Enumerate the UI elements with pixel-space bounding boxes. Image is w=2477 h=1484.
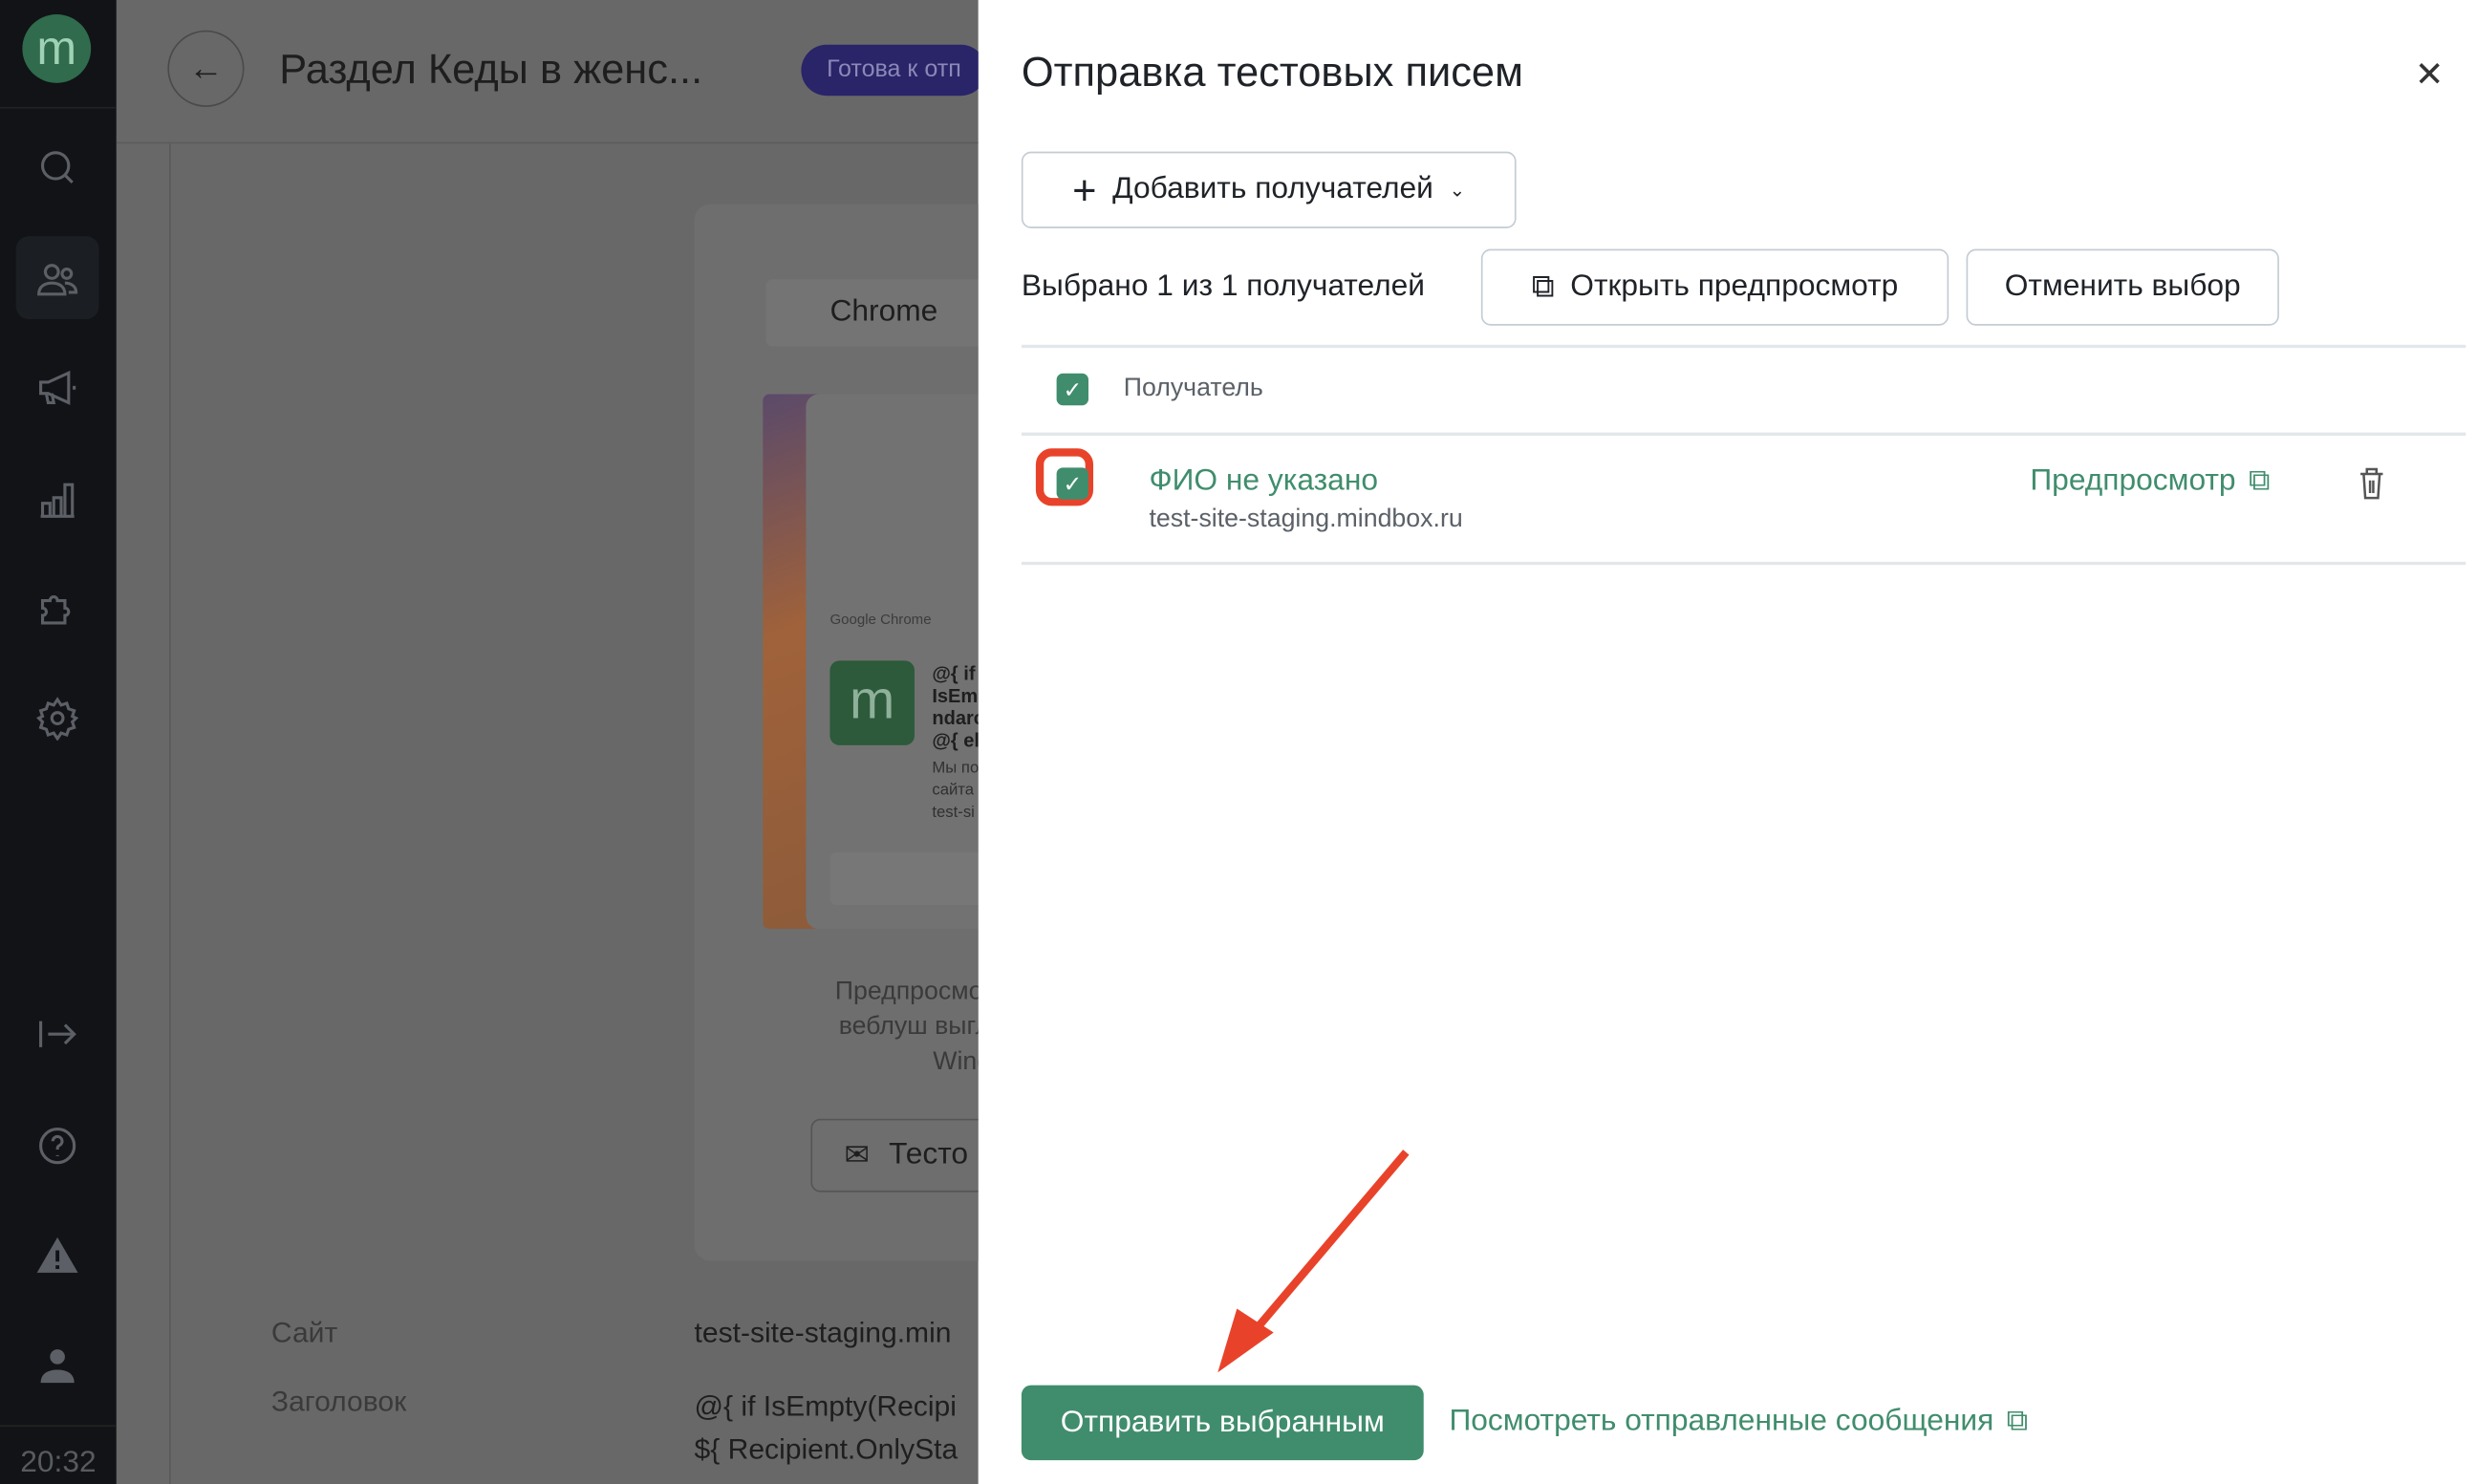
recipient-checkbox[interactable]: ✓ <box>1056 467 1089 500</box>
field-label: Сайт <box>270 1316 338 1349</box>
cancel-selection-label: Отменить выбор <box>2004 269 2241 304</box>
cancel-selection-button[interactable]: Отменить выбор <box>1966 248 2279 326</box>
selected-count: Выбрано 1 из 1 получателей <box>1021 269 1425 304</box>
field-label: Заголовок <box>270 1385 407 1418</box>
notification-body: test-si <box>932 804 975 823</box>
clock: 20:32 <box>20 1446 97 1480</box>
external-link-icon: ⧉ <box>2006 1404 2029 1438</box>
logo[interactable]: m <box>22 14 92 83</box>
megaphone-icon[interactable] <box>29 359 86 417</box>
add-recipients-label: Добавить получателей <box>1112 172 1433 206</box>
field-value: ${ Recipient.OnlySta <box>694 1432 958 1466</box>
external-link-icon: ⧉ <box>2248 463 2271 499</box>
gear-icon[interactable] <box>29 689 86 746</box>
divider <box>0 106 117 109</box>
logout-icon[interactable] <box>29 1005 86 1063</box>
sidebar: m 20:32 <box>0 0 117 1484</box>
view-sent-messages-link[interactable]: Посмотреть отправленные сообщения ⧉ <box>1449 1405 2028 1440</box>
chart-icon[interactable] <box>29 471 86 528</box>
external-link-icon: ⧉ <box>1531 269 1555 305</box>
open-preview-button[interactable]: ⧉ Открыть предпросмотр <box>1480 248 1949 326</box>
field-value: test-site-staging.min <box>694 1316 952 1349</box>
chevron-down-icon: ⌄ <box>1449 179 1466 202</box>
plus-icon: + <box>1072 165 1097 214</box>
add-recipients-button[interactable]: + Добавить получателей ⌄ <box>1021 151 1517 228</box>
check-icon: ✓ <box>1063 469 1083 496</box>
test-send-panel: Отправка тестовых писем ✕ + Добавить пол… <box>978 0 2477 1484</box>
mail-icon: ✉ <box>844 1138 871 1172</box>
warning-icon[interactable] <box>29 1227 86 1284</box>
divider <box>0 1425 117 1428</box>
notification-source: Google Chrome <box>829 611 932 628</box>
puzzle-icon[interactable] <box>29 579 86 636</box>
annotation-arrow <box>1217 1150 1410 1373</box>
preview-link-label: Предпросмотр <box>2030 463 2236 499</box>
users-icon[interactable] <box>29 250 86 308</box>
tab-chrome[interactable]: Chrome <box>765 279 1006 347</box>
back-button[interactable]: ← <box>167 30 245 107</box>
test-send-label: Тесто <box>889 1137 969 1172</box>
notification-body: Мы по <box>932 759 980 778</box>
status-badge: Готова к отп <box>801 44 987 97</box>
recipient-preview-link[interactable]: Предпросмотр ⧉ <box>2030 464 2270 500</box>
arrow-left-icon: ← <box>188 48 224 88</box>
view-sent-label: Посмотреть отправленные сообщения <box>1449 1404 1994 1438</box>
notification-preview: Google Chrome m @{ if IsEmp ndarc @{ el … <box>806 394 1006 929</box>
close-icon[interactable]: ✕ <box>2415 54 2445 96</box>
page-title: Раздел Кеды в женс... <box>279 44 703 93</box>
panel-title: Отправка тестовых писем <box>1021 48 1523 97</box>
column-header-recipient: Получатель <box>1123 375 1263 402</box>
check-icon: ✓ <box>1063 376 1083 402</box>
search-icon[interactable] <box>29 139 86 196</box>
field-value: @{ if IsEmpty(Recipi <box>694 1389 957 1423</box>
background-page: ← Раздел Кеды в женс... Готова к отп Chr… <box>116 0 1023 1484</box>
notification-logo: m <box>829 660 915 745</box>
help-icon[interactable] <box>29 1117 86 1174</box>
notification-body: сайта <box>932 782 975 800</box>
trash-icon[interactable] <box>2358 466 2386 502</box>
open-preview-label: Открыть предпросмотр <box>1570 269 1899 304</box>
send-selected-button[interactable]: Отправить выбранным <box>1021 1385 1424 1461</box>
recipient-name[interactable]: ФИО не указано <box>1149 464 1378 500</box>
select-all-checkbox[interactable]: ✓ <box>1056 373 1089 406</box>
user-icon[interactable] <box>29 1338 86 1395</box>
recipient-site: test-site-staging.mindbox.ru <box>1149 505 1463 533</box>
